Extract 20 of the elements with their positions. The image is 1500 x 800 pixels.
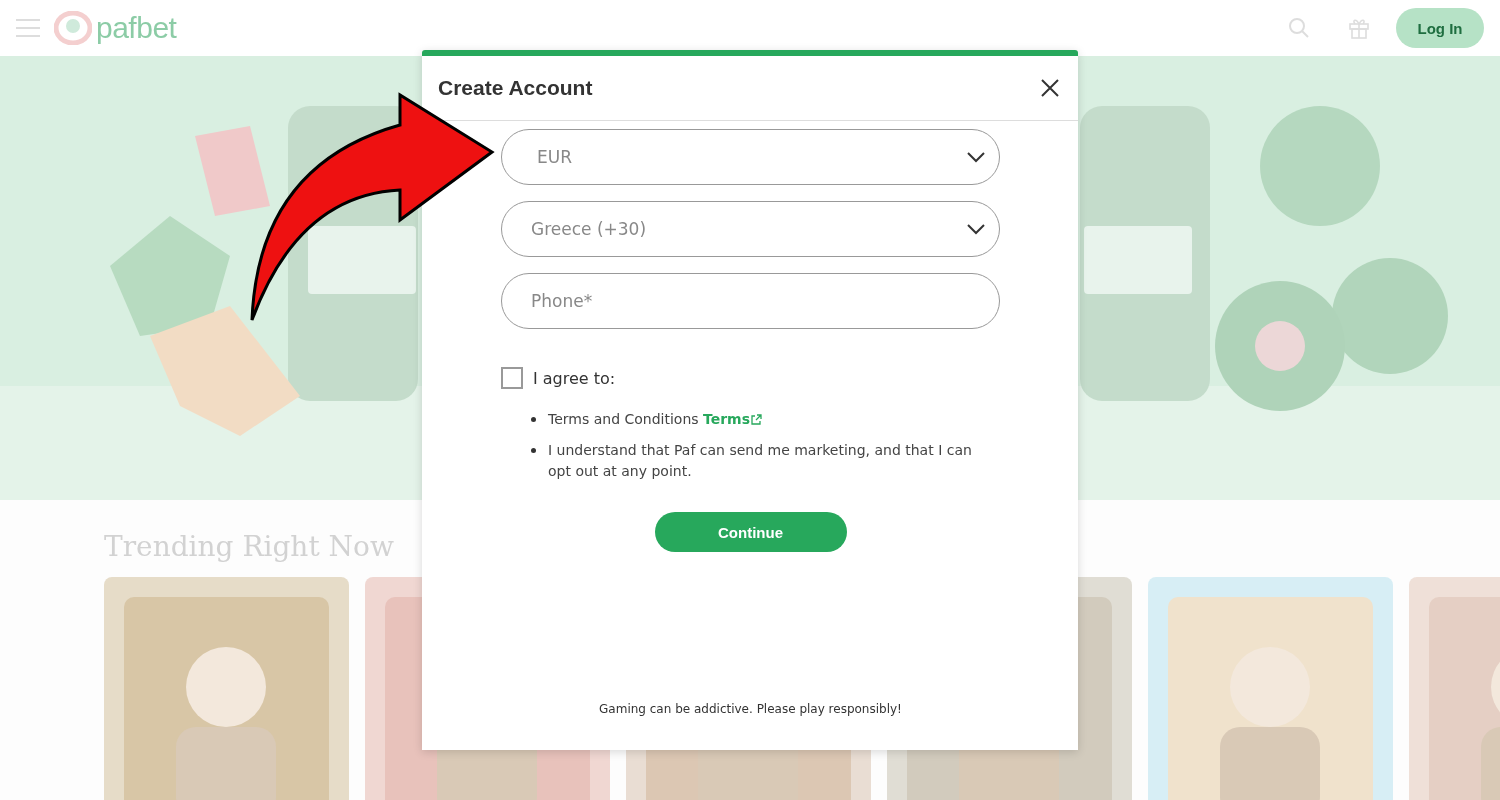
- responsible-gaming-notice: Gaming can be addictive. Please play responsibly!: [598, 702, 903, 716]
- terms-link[interactable]: Terms: [703, 409, 763, 430]
- terms-text: Terms and Conditions Terms: [548, 409, 763, 430]
- chevron-down-icon: [967, 223, 985, 235]
- bullet-icon: [531, 417, 536, 422]
- continue-button[interactable]: Continue: [654, 512, 847, 552]
- logo-icon: [54, 11, 92, 45]
- menu-icon[interactable]: [16, 19, 40, 37]
- terms-text: I understand that Paf can send me marketing, and that I can opt out at any point.: [548, 441, 973, 481]
- chevron-down-icon: [967, 151, 985, 163]
- gift-icon[interactable]: [1348, 17, 1370, 39]
- bullet-icon: [531, 448, 536, 453]
- logo-text[interactable]: pafbet: [96, 11, 177, 45]
- external-link-icon: [751, 414, 763, 425]
- checkbox[interactable]: [501, 367, 523, 389]
- dialog-title: Create Account: [438, 76, 593, 100]
- login-button[interactable]: Log In: [1396, 8, 1484, 48]
- phone-input-field[interactable]: Phone*: [501, 273, 1000, 329]
- search-icon[interactable]: [1288, 17, 1310, 39]
- checkbox-label: I agree to:: [533, 368, 616, 388]
